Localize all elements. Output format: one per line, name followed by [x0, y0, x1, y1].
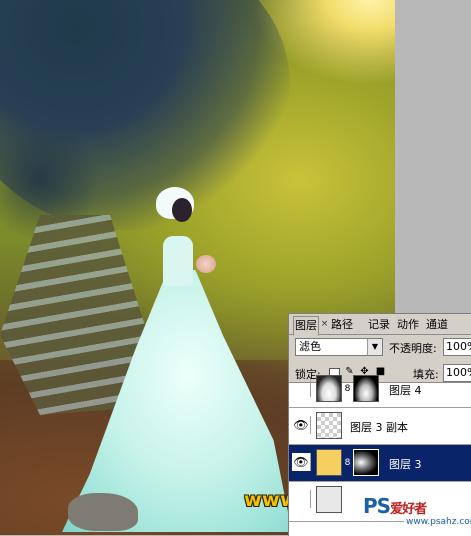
- layer-thumbnail: [316, 486, 342, 513]
- tab-paths[interactable]: 路径: [330, 316, 354, 334]
- visibility-toggle[interactable]: [292, 379, 311, 397]
- rock: [68, 493, 138, 531]
- bride-bodice: [163, 236, 193, 286]
- layer-name: 图层 4: [389, 384, 422, 397]
- eye-icon[interactable]: 👁: [292, 453, 311, 471]
- layer-row[interactable]: 8 图层 4: [289, 371, 471, 408]
- layer-name: 图层 3: [389, 458, 422, 471]
- tab-channels[interactable]: 通道: [425, 316, 449, 334]
- blend-mode-select[interactable]: 滤色 ▼: [295, 338, 383, 356]
- link-icon: 8: [344, 458, 351, 468]
- visibility-toggle[interactable]: [292, 490, 311, 508]
- layer-row-selected[interactable]: 👁 8 图层 3: [289, 445, 471, 482]
- layer-thumbnail: [316, 375, 342, 402]
- panel-tabs: 图层 × 路径 记录 动作 通道: [289, 314, 471, 336]
- layer-thumbnail: [316, 412, 342, 439]
- bouquet: [196, 255, 216, 273]
- tab-actions[interactable]: 动作: [396, 316, 420, 334]
- opacity-input[interactable]: 100%: [443, 338, 471, 356]
- opacity-label: 不透明度:: [389, 342, 437, 355]
- logo-url: www.psahz.com: [404, 517, 471, 527]
- link-icon: 8: [344, 384, 351, 394]
- site-logo: PS爱好者: [360, 494, 430, 518]
- tab-layers[interactable]: 图层: [293, 316, 319, 336]
- logo-cn-text: 爱好者: [390, 502, 427, 517]
- tab-history[interactable]: 记录: [367, 316, 391, 334]
- layer-mask-thumbnail: [353, 375, 379, 402]
- blend-row: 滤色 ▼ 不透明度: 100%: [289, 338, 471, 358]
- close-icon[interactable]: ×: [320, 318, 329, 330]
- eye-icon[interactable]: 👁: [292, 416, 311, 434]
- layer-row[interactable]: 👁 图层 3 副本: [289, 408, 471, 445]
- layer-name: 图层 3 副本: [350, 421, 408, 434]
- logo-ps: PS: [363, 494, 391, 518]
- chevron-down-icon[interactable]: ▼: [367, 339, 382, 355]
- layer-mask-thumbnail: [353, 449, 379, 476]
- layer-thumbnail: [316, 449, 342, 476]
- blend-mode-value: 滤色: [299, 340, 321, 353]
- bride-head: [172, 198, 192, 222]
